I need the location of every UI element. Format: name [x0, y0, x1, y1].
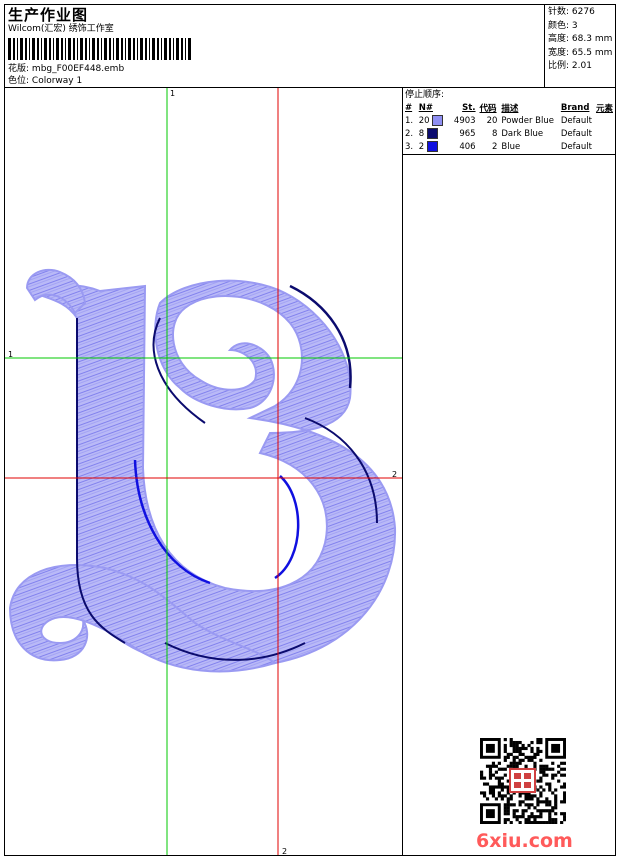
col-brand: Brand — [560, 102, 590, 113]
row-index: 2. — [405, 128, 414, 139]
row-description: Powder Blue — [501, 115, 554, 126]
design-preview — [5, 88, 402, 855]
row-needle: 8 — [417, 127, 448, 140]
qr-code-icon — [480, 738, 566, 824]
col-needle: N# — [418, 102, 433, 113]
stat-stitches: 针数: 6276 — [548, 7, 595, 17]
stats-block: 针数: 6276 颜色: 3 高度: 68.3 mm 宽度: 65.5 mm 比… — [548, 6, 612, 74]
color-swatch — [426, 128, 438, 139]
stat-height: 高度: 68.3 mm — [548, 34, 613, 44]
col-element: 元素 — [595, 103, 613, 114]
col-index: # — [405, 102, 413, 113]
guide-label-green-v: 1 — [170, 89, 176, 98]
company-name: Wilcom(汇宏) 绣饰工作室 — [8, 24, 114, 34]
stop-sequence-table: # N# St. 代码 描述 Brand 元素 1. 20 4903 20 Powde… — [403, 101, 615, 153]
row-description: Blue — [501, 141, 521, 152]
design-file: mbg_F00EF448.emb — [31, 64, 125, 74]
row-description: Dark Blue — [501, 128, 544, 139]
table-row: 1. 20 4903 20 Powder Blue Default — [403, 114, 615, 127]
stop-sequence-table-wrap: # N# St. 代码 描述 Brand 元素 1. 20 4903 20 Powde… — [403, 101, 615, 153]
table-row: 2. 8 965 8 Dark Blue Default — [403, 127, 615, 140]
watermark-text: 6xiu.com — [476, 830, 573, 852]
row-stitches: 965 — [459, 128, 476, 139]
stats-divider — [544, 4, 545, 88]
row-needle: 2 — [417, 140, 448, 153]
color-swatch — [426, 141, 438, 152]
guide-label-red-v: 2 — [282, 847, 288, 856]
row-brand: Default — [560, 115, 592, 126]
needle-number: 2 — [418, 142, 425, 152]
embroidery-letter-b — [8, 268, 397, 673]
page-title: 生产作业图 — [8, 6, 89, 24]
stat-width: 宽度: 65.5 mm — [548, 47, 613, 58]
panel-divider — [402, 87, 403, 856]
barcode — [8, 38, 191, 60]
colorway-label: 色位: — [8, 76, 30, 86]
colorway-line: 色位: Colorway 1 — [8, 75, 82, 87]
guide-label-red-h: 2 — [392, 470, 398, 479]
stat-scale: 比例: 2.01 — [548, 61, 592, 71]
row-index: 3. — [405, 141, 414, 152]
row-code: 20 — [486, 115, 498, 126]
row-stitches: 406 — [459, 141, 476, 152]
colorway-value: Colorway 1 — [31, 76, 83, 86]
row-needle: 20 — [417, 114, 448, 127]
table-row: 3. 2 406 2 Blue Default — [403, 140, 615, 153]
needle-number: 20 — [418, 116, 430, 126]
col-stitches: St. — [462, 102, 476, 113]
design-label: 花版: — [8, 64, 30, 74]
design-line: 花版: mbg_F00EF448.emb — [8, 63, 124, 75]
col-code: 代码 — [479, 103, 497, 114]
row-brand: Default — [560, 128, 592, 139]
row-element — [594, 114, 615, 127]
col-description: 描述 — [501, 103, 519, 114]
seal-stamp-icon — [509, 768, 536, 793]
row-code: 8 — [491, 128, 498, 139]
table-header-row: # N# St. 代码 描述 Brand 元素 — [403, 101, 615, 114]
needle-number: 8 — [418, 129, 425, 139]
row-code: 2 — [491, 141, 498, 152]
row-element — [594, 140, 615, 153]
row-index: 1. — [405, 115, 414, 126]
row-element — [594, 127, 615, 140]
stop-sequence-title: 停止顺序: — [405, 90, 445, 100]
color-swatch — [432, 115, 444, 126]
stat-colors: 颜色: 3 — [548, 20, 578, 31]
guide-label-green-h: 1 — [8, 350, 14, 359]
table-bottom-line — [402, 154, 616, 155]
row-brand: Default — [560, 141, 592, 152]
row-stitches: 4903 — [453, 115, 476, 126]
